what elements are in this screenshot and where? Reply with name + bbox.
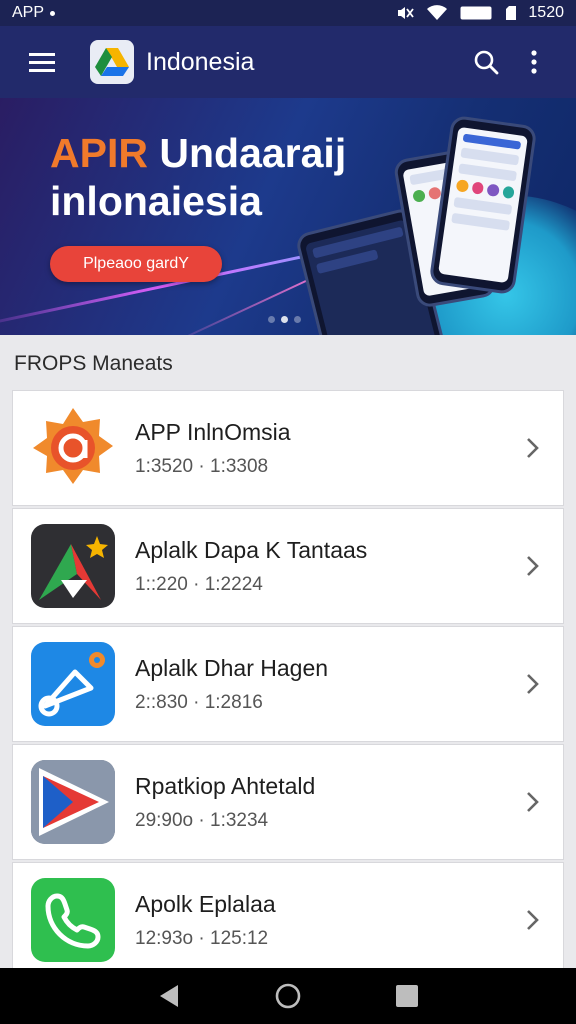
list-item[interactable]: Aplalk Dapa K Tantaas 1::220 · 1:2224	[12, 508, 564, 624]
carousel-dot[interactable]	[294, 316, 301, 323]
chevron-right-icon	[521, 672, 545, 696]
app-meta: 2::830 · 1:2816	[135, 691, 263, 713]
recents-button[interactable]	[387, 976, 427, 1016]
app-name: Rpatkiop Ahtetald	[135, 772, 316, 799]
notification-dot-icon	[50, 10, 56, 16]
orange-badge-icon	[31, 406, 115, 490]
app-bar: Indonesia	[0, 26, 576, 98]
phone-call-icon	[31, 878, 115, 962]
kite-arrow-icon	[31, 524, 115, 608]
banner-cta-button[interactable]: Plpeaoo gardY	[50, 246, 222, 282]
home-button[interactable]	[268, 976, 308, 1016]
back-button[interactable]	[149, 976, 189, 1016]
back-triangle-icon	[160, 985, 179, 1007]
hamburger-icon	[29, 53, 55, 72]
list-item[interactable]: Rpatkiop Ahtetald 29:90o · 1:3234	[12, 744, 564, 860]
app-name: Apolk Eplalaa	[135, 890, 276, 917]
app-name: Aplalk Dhar Hagen	[135, 654, 329, 681]
banner-headline: APIR Undaaraij	[50, 130, 346, 177]
app-meta: 29:90o · 1:3234	[135, 809, 269, 831]
section-title: FROPS Maneats	[14, 352, 173, 375]
carousel-dot-active[interactable]	[281, 316, 288, 323]
overflow-menu-button[interactable]	[510, 38, 558, 86]
app-meta: 12:93o · 125:12	[135, 927, 269, 949]
more-vert-icon	[531, 50, 537, 74]
list-item[interactable]: Aplalk Dhar Hagen 2::830 · 1:2816	[12, 626, 564, 742]
app-meta: 1::220 · 1:2224	[135, 573, 263, 595]
system-nav-bar	[0, 968, 576, 1024]
banner-headline-line2: inlonaiesia	[50, 178, 262, 224]
menu-button[interactable]	[18, 38, 66, 86]
battery-icon	[460, 6, 494, 20]
carousel-dot[interactable]	[268, 316, 275, 323]
chevron-right-icon	[521, 908, 545, 932]
banner-headline-accent: APIR	[50, 130, 148, 176]
app-logo	[90, 40, 134, 84]
app-name: Aplalk Dapa K Tantaas	[135, 536, 368, 563]
drive-triangle-icon	[95, 48, 129, 76]
play-triangle-icon	[31, 760, 115, 844]
chevron-right-icon	[521, 554, 545, 578]
status-bar: APP 1520	[0, 0, 576, 26]
carousel-indicator	[268, 316, 301, 323]
app-name: APP InlnOmsia	[135, 418, 291, 445]
sim-icon	[506, 6, 517, 20]
carrier-label: APP	[12, 4, 45, 21]
home-circle-icon	[275, 983, 301, 1009]
app-title: Indonesia	[146, 47, 255, 76]
chevron-right-icon	[521, 436, 545, 460]
search-button[interactable]	[462, 38, 510, 86]
list-item[interactable]: APP InlnOmsia 1:3520 · 1:3308	[12, 390, 564, 506]
clock: 1520	[528, 4, 564, 21]
list-item[interactable]: Apolk Eplalaa 12:93o · 125:12	[12, 862, 564, 978]
recents-square-icon	[395, 985, 418, 1007]
promo-banner[interactable]: APIR Undaaraij inlonaiesia Plpeaoo gardY	[0, 98, 576, 335]
banner-headline-rest: Undaaraij	[159, 130, 347, 176]
app-meta: 1:3520 · 1:3308	[135, 455, 269, 477]
search-icon	[474, 50, 499, 75]
mute-icon	[396, 5, 415, 21]
app-list: APP InlnOmsia 1:3520 · 1:3308 Aplalk Dap…	[12, 390, 564, 980]
cone-gear-icon	[31, 642, 115, 726]
chevron-right-icon	[521, 790, 545, 814]
wifi-icon	[426, 5, 448, 21]
